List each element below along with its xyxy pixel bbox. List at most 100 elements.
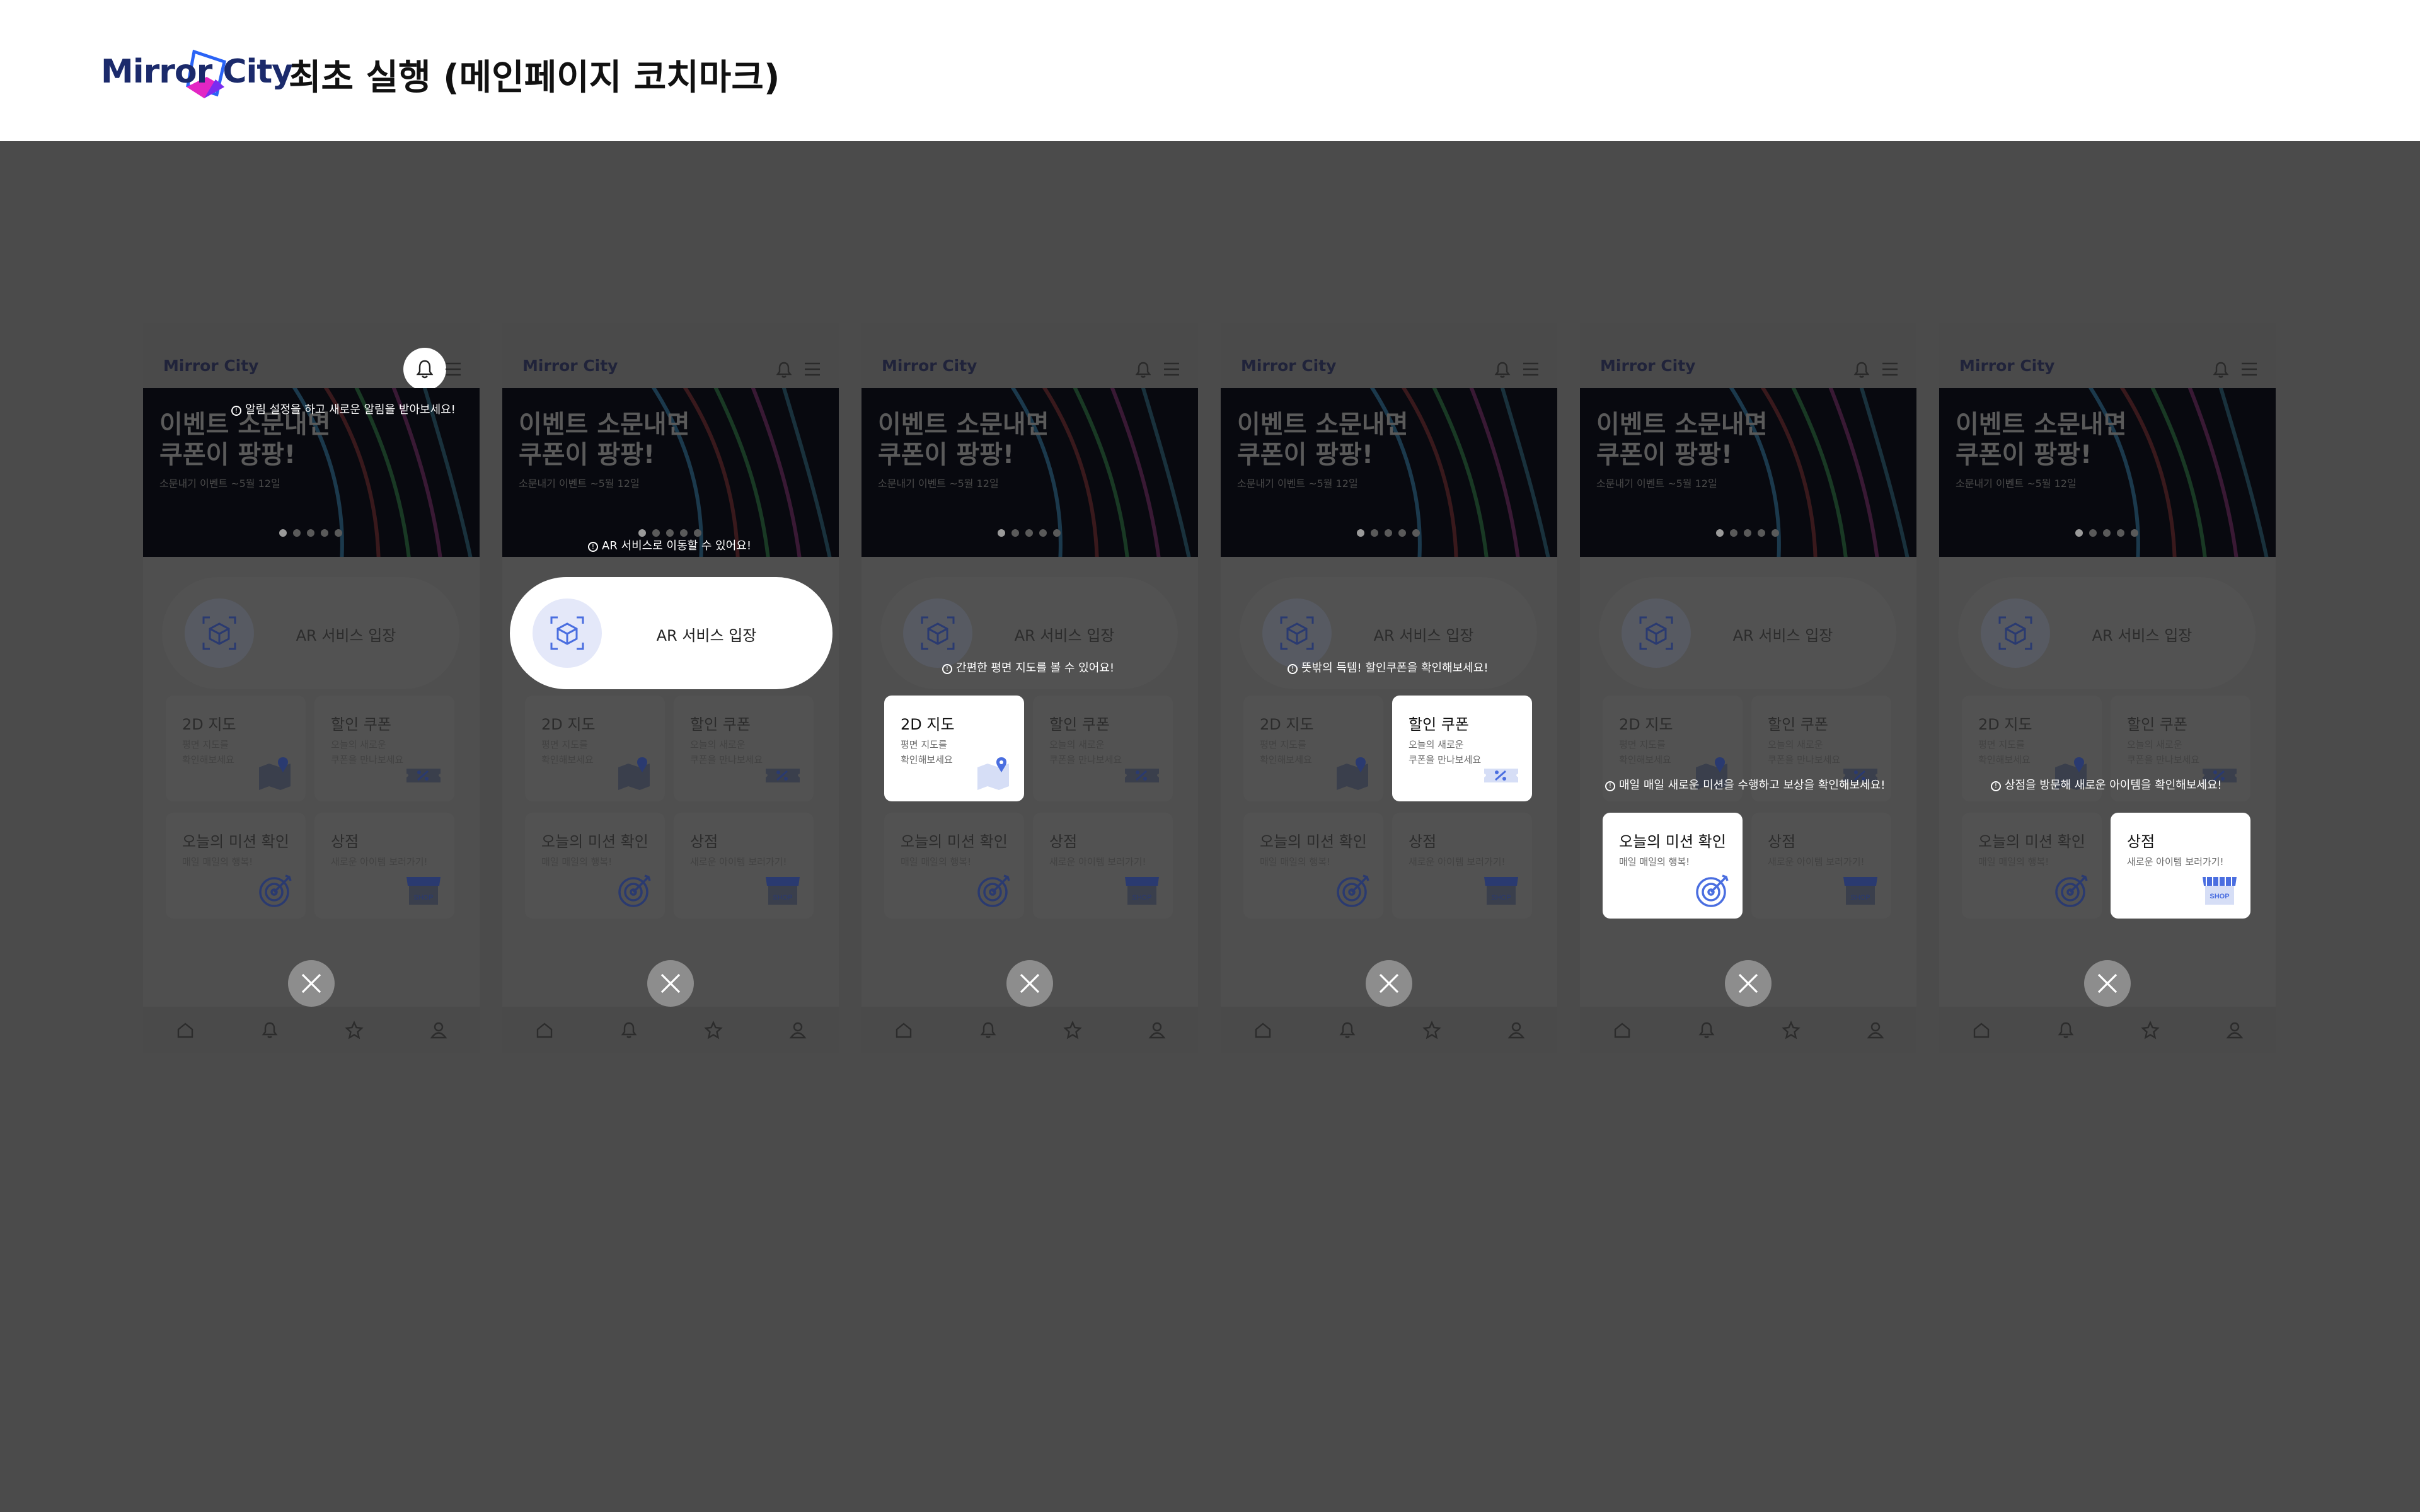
pagination-dot[interactable] [1772,529,1779,537]
bell-icon[interactable] [619,1021,638,1040]
pagination-dot[interactable] [694,529,701,537]
shop-tile[interactable]: 상점 새로운 아이템 보러가기! SHOP [2111,813,2250,919]
pagination-dot[interactable] [652,529,660,537]
pagination-dot[interactable] [2103,529,2111,537]
home-icon[interactable] [535,1021,554,1040]
banner-pagination[interactable] [279,529,342,537]
bell-icon[interactable] [260,1021,279,1040]
star-icon[interactable] [1063,1021,1082,1040]
bell-button[interactable] [403,348,446,391]
mission-tile[interactable]: 오늘의 미션 확인 매일 매일의 행복! [525,813,665,919]
star-icon[interactable] [1422,1021,1441,1040]
pagination-dot[interactable] [1053,529,1061,537]
mission-tile[interactable]: 오늘의 미션 확인 매일 매일의 행복! [1243,813,1383,919]
close-coach-button[interactable] [1725,960,1772,1007]
shop-tile[interactable]: 상점 새로운 아이템 보러가기! SHOP [674,813,814,919]
shop-tile[interactable]: 상점 새로운 아이템 보러가기! SHOP [1751,813,1891,919]
home-icon[interactable] [1253,1021,1272,1040]
bell-icon[interactable] [775,360,793,379]
user-icon[interactable] [788,1021,807,1040]
star-icon[interactable] [345,1021,364,1040]
ar-service-button[interactable]: AR 서비스 입장 [510,577,833,689]
coupon-tile[interactable]: 할인 쿠폰 오늘의 새로운 쿠폰을 만나보세요 [1033,696,1173,801]
event-banner[interactable]: 이벤트 소문내면 쿠폰이 팡팡! 소문내기 이벤트 ~5월 12일 [502,388,839,557]
pagination-dot[interactable] [335,529,342,537]
map-tile[interactable]: 2D 지도 평면 지도를 확인해보세요 [1243,696,1383,801]
map-tile[interactable]: 2D 지도 평면 지도를 확인해보세요 [166,696,306,801]
banner-pagination[interactable] [2075,529,2138,537]
bell-icon[interactable] [979,1021,998,1040]
menu-icon[interactable] [1881,362,1899,377]
star-icon[interactable] [2141,1021,2160,1040]
home-icon[interactable] [1972,1021,1991,1040]
mission-tile[interactable]: 오늘의 미션 확인 매일 매일의 행복! [1603,813,1743,919]
pagination-dot[interactable] [1011,529,1019,537]
star-icon[interactable] [704,1021,723,1040]
user-icon[interactable] [1148,1021,1167,1040]
pagination-dot[interactable] [1371,529,1378,537]
banner-pagination[interactable] [638,529,701,537]
pagination-dot[interactable] [307,529,314,537]
pagination-dot[interactable] [1385,529,1392,537]
pagination-dot[interactable] [321,529,328,537]
home-icon[interactable] [1613,1021,1632,1040]
bell-icon[interactable] [2056,1021,2075,1040]
bell-icon[interactable] [1493,360,1512,379]
close-coach-button[interactable] [1006,960,1053,1007]
shop-tile[interactable]: 상점 새로운 아이템 보러가기! SHOP [314,813,454,919]
pagination-dot[interactable] [293,529,301,537]
user-icon[interactable] [1866,1021,1885,1040]
coupon-tile[interactable]: 할인 쿠폰 오늘의 새로운 쿠폰을 만나보세요 [314,696,454,801]
menu-icon[interactable] [2240,362,2258,377]
shop-tile[interactable]: 상점 새로운 아이템 보러가기! SHOP [1033,813,1173,919]
event-banner[interactable]: 이벤트 소문내면 쿠폰이 팡팡! 소문내기 이벤트 ~5월 12일 [1939,388,2276,557]
pagination-dot[interactable] [1025,529,1033,537]
home-icon[interactable] [176,1021,195,1040]
banner-pagination[interactable] [1357,529,1420,537]
star-icon[interactable] [1782,1021,1801,1040]
pagination-dot[interactable] [2131,529,2138,537]
pagination-dot[interactable] [1730,529,1737,537]
pagination-dot[interactable] [1758,529,1765,537]
user-icon[interactable] [2225,1021,2244,1040]
pagination-dot[interactable] [1716,529,1724,537]
mission-tile[interactable]: 오늘의 미션 확인 매일 매일의 행복! [166,813,306,919]
user-icon[interactable] [429,1021,448,1040]
banner-pagination[interactable] [1716,529,1779,537]
pagination-dot[interactable] [680,529,688,537]
user-icon[interactable] [1507,1021,1526,1040]
pagination-dot[interactable] [2075,529,2083,537]
ar-service-button[interactable]: AR 서비스 입장 [1599,577,1896,689]
bell-icon[interactable] [1852,360,1871,379]
bell-icon[interactable] [1338,1021,1357,1040]
close-coach-button[interactable] [647,960,694,1007]
pagination-dot[interactable] [1357,529,1364,537]
menu-icon[interactable] [1522,362,1540,377]
event-banner[interactable]: 이벤트 소문내면 쿠폰이 팡팡! 소문내기 이벤트 ~5월 12일 [1580,388,1916,557]
event-banner[interactable]: 이벤트 소문내면 쿠폰이 팡팡! 소문내기 이벤트 ~5월 12일 [861,388,1198,557]
bell-icon[interactable] [1134,360,1153,379]
event-banner[interactable]: 이벤트 소문내면 쿠폰이 팡팡! 소문내기 이벤트 ~5월 12일 [1221,388,1557,557]
coupon-tile[interactable]: 할인 쿠폰 오늘의 새로운 쿠폰을 만나보세요 [1392,696,1532,801]
bell-icon[interactable] [1697,1021,1716,1040]
bell-icon[interactable] [2211,360,2230,379]
mission-tile[interactable]: 오늘의 미션 확인 매일 매일의 행복! [1962,813,2102,919]
close-coach-button[interactable] [288,960,335,1007]
pagination-dot[interactable] [1412,529,1420,537]
menu-icon[interactable] [1163,362,1180,377]
map-tile[interactable]: 2D 지도 평면 지도를 확인해보세요 [525,696,665,801]
ar-service-button[interactable]: AR 서비스 입장 [162,577,459,689]
pagination-dot[interactable] [998,529,1005,537]
close-coach-button[interactable] [2084,960,2131,1007]
shop-tile[interactable]: 상점 새로운 아이템 보러가기! SHOP [1392,813,1532,919]
mission-tile[interactable]: 오늘의 미션 확인 매일 매일의 행복! [884,813,1024,919]
banner-pagination[interactable] [998,529,1061,537]
close-coach-button[interactable] [1366,960,1412,1007]
pagination-dot[interactable] [1744,529,1751,537]
menu-icon[interactable] [444,362,462,377]
pagination-dot[interactable] [666,529,674,537]
pagination-dot[interactable] [638,529,646,537]
pagination-dot[interactable] [1039,529,1047,537]
pagination-dot[interactable] [2117,529,2124,537]
menu-icon[interactable] [804,362,821,377]
